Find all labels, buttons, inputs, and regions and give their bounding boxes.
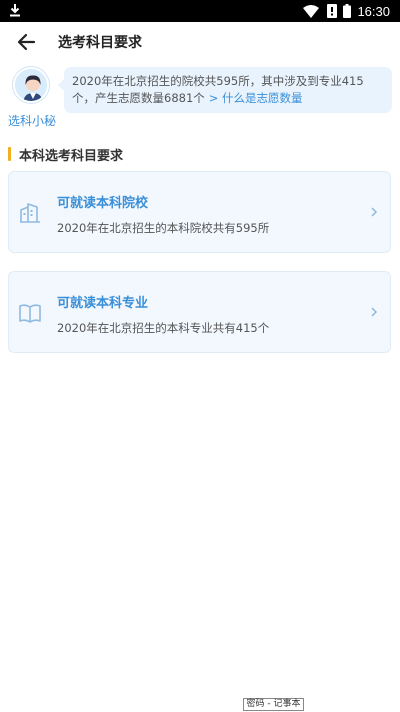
back-arrow-icon[interactable]: [14, 30, 40, 54]
volunteer-count-link[interactable]: > 什么是志愿数量: [209, 91, 303, 105]
card-undergraduate-majors[interactable]: 可就读本科专业 2020年在北京招生的本科专业共有415个: [8, 271, 391, 353]
battery-icon: [343, 4, 352, 18]
card-undergraduate-universities[interactable]: 可就读本科院校 2020年在北京招生的本科院校共有595所: [8, 171, 391, 253]
book-icon: [19, 304, 41, 323]
status-time: 16:30: [357, 3, 390, 19]
download-icon: [10, 4, 20, 17]
section-title: 本科选考科目要求: [19, 148, 124, 164]
building-icon: [20, 203, 40, 223]
app-header: 选考科目要求: [0, 22, 400, 62]
assistant-avatar[interactable]: [13, 67, 49, 103]
card-subtitle: 2020年在北京招生的本科院校共有595所: [57, 221, 270, 235]
notepad-indicator[interactable]: 密码 - 记事本: [243, 698, 304, 711]
status-bar: 16:30: [0, 0, 400, 22]
signal-no-sim-icon: [327, 4, 338, 18]
section-header: 本科选考科目要求: [8, 146, 124, 164]
page-title: 选考科目要求: [58, 35, 142, 51]
card-title: 可就读本科专业: [57, 296, 149, 311]
assistant-avatar-icon: [15, 69, 47, 101]
assistant-message-bubble: 2020年在北京招生的院校共595所，其中涉及到专业415个，产生志愿数量688…: [58, 67, 392, 113]
chevron-right-icon: [371, 207, 378, 217]
card-title: 可就读本科院校: [57, 196, 149, 211]
section-marker: [8, 147, 11, 161]
card-subtitle: 2020年在北京招生的本科专业共有415个: [57, 321, 270, 335]
wifi-icon: [303, 4, 320, 18]
chevron-right-icon: [371, 307, 378, 317]
assistant-name: 选科小秘: [8, 114, 57, 128]
